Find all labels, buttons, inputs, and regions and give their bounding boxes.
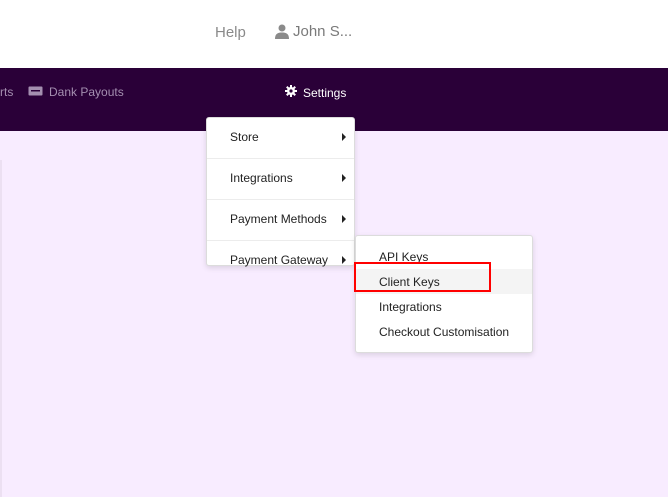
help-link[interactable]: Help — [215, 24, 246, 41]
user-menu[interactable]: John S... — [275, 23, 352, 40]
nav-item-settings[interactable]: Settings — [285, 85, 346, 100]
submenu-checkout-customisation-label: Checkout Customisation — [379, 325, 510, 339]
nav-item-settings-label: Settings — [303, 85, 347, 100]
settings-menu-store[interactable]: Store — [207, 118, 354, 159]
submenu-integrations-label: Integrations — [379, 300, 442, 314]
caret-right-icon — [342, 215, 346, 223]
gear-icon — [285, 85, 297, 100]
submenu-integrations[interactable]: Integrations — [356, 294, 532, 319]
submenu-client-keys[interactable]: Client Keys — [356, 269, 532, 294]
settings-menu-payment-gateway[interactable]: Payment Gateway — [207, 241, 354, 282]
person-icon — [275, 24, 289, 39]
settings-menu-payment-methods-label: Payment Methods — [230, 212, 327, 226]
card-icon — [28, 85, 43, 99]
nav-item-bank-payouts-label: Dank Payouts — [49, 85, 124, 99]
user-name: John S... — [293, 23, 353, 40]
submenu-checkout-customisation[interactable]: Checkout Customisation — [356, 319, 532, 344]
submenu-api-keys-label: API Keys — [379, 250, 429, 264]
payment-gateway-submenu: API Keys Client Keys Integrations Checko… — [355, 235, 533, 353]
nav-item-partial-label: rts — [0, 85, 14, 99]
submenu-api-keys[interactable]: API Keys — [356, 244, 532, 269]
top-header: Help John S... — [0, 0, 668, 68]
nav-item-bank-payouts[interactable]: Dank Payouts — [28, 85, 124, 99]
settings-menu-integrations[interactable]: Integrations — [207, 159, 354, 200]
caret-right-icon — [342, 133, 346, 141]
settings-dropdown: Store Integrations Payment Methods Payme… — [206, 117, 355, 267]
submenu-client-keys-label: Client Keys — [379, 275, 440, 289]
nav-item-partial[interactable]: rts — [0, 85, 13, 99]
settings-menu-store-label: Store — [230, 130, 259, 144]
content-panel-edge — [0, 160, 2, 497]
settings-menu-integrations-label: Integrations — [230, 171, 293, 185]
caret-right-icon — [342, 256, 346, 264]
caret-right-icon — [342, 174, 346, 182]
settings-menu-payment-methods[interactable]: Payment Methods — [207, 200, 354, 241]
settings-menu-payment-gateway-label: Payment Gateway — [230, 253, 329, 267]
